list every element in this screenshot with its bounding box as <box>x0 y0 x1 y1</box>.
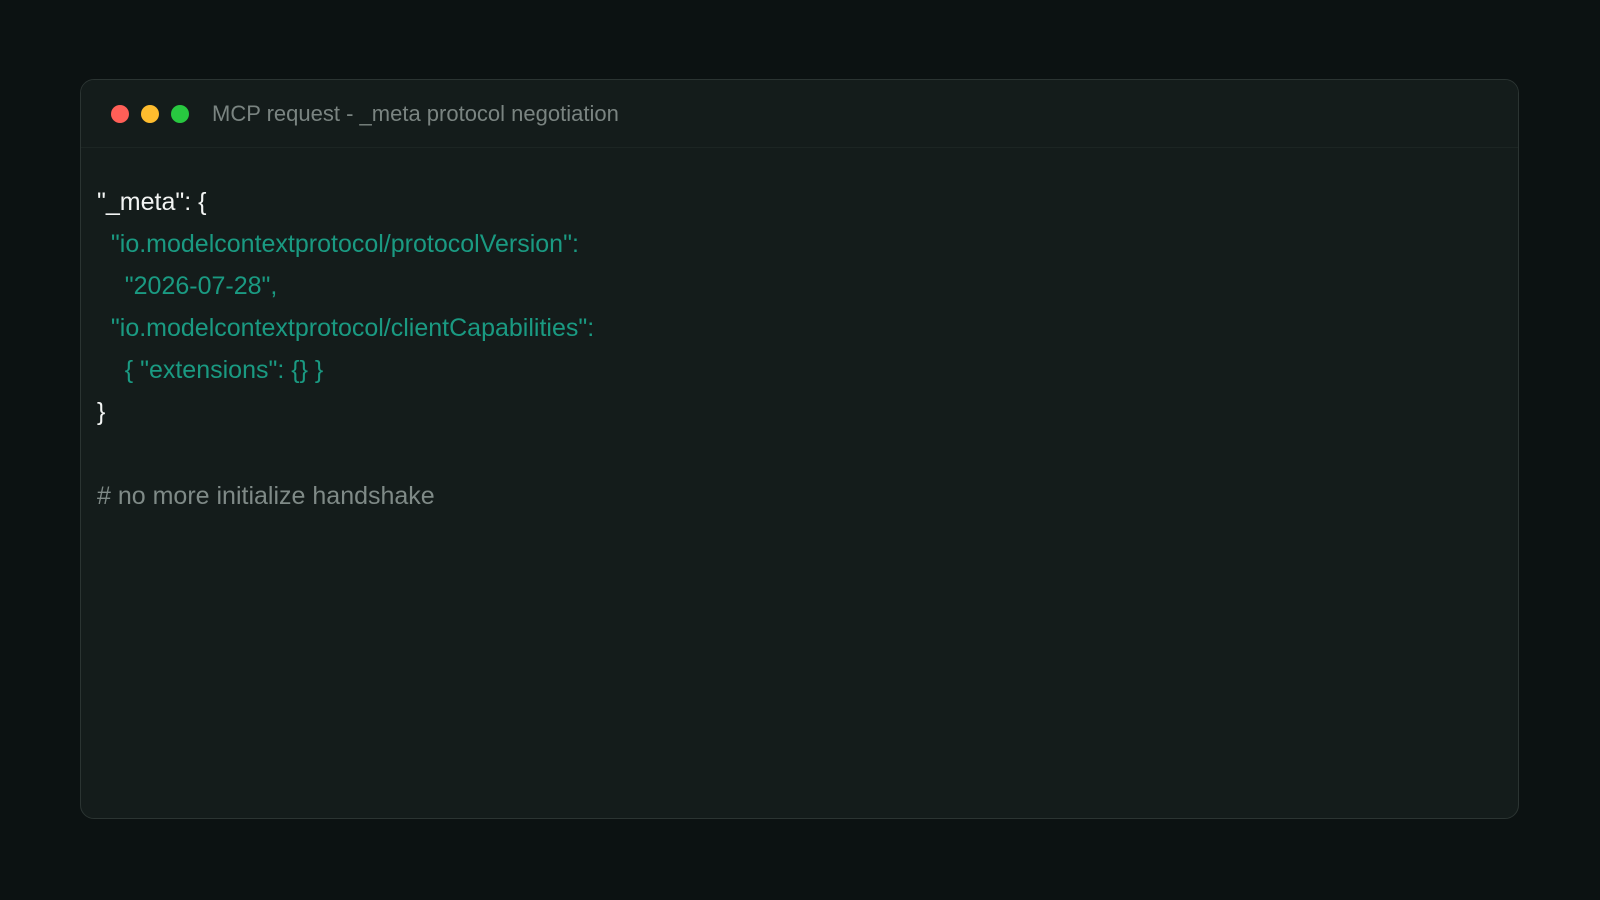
code-line-protocol-version-value: "2026-07-28", <box>97 272 278 300</box>
code-line-client-capabilities-key: "io.modelcontextprotocol/clientCapabilit… <box>97 314 595 342</box>
code-window: MCP request - _meta protocol negotiation… <box>80 79 1519 819</box>
window-titlebar: MCP request - _meta protocol negotiation <box>81 80 1518 148</box>
code-block: "_meta": { "io.modelcontextprotocol/prot… <box>97 181 594 517</box>
code-line-client-capabilities-value: { "extensions": {} } <box>97 356 324 384</box>
minimize-button[interactable] <box>141 105 159 123</box>
code-line-protocol-version-key: "io.modelcontextprotocol/protocolVersion… <box>97 230 579 258</box>
window-title: MCP request - _meta protocol negotiation <box>212 101 619 126</box>
code-line-meta-open: "_meta": { <box>97 188 207 216</box>
code-line-meta-close: } <box>97 398 106 426</box>
maximize-button[interactable] <box>171 105 189 123</box>
code-comment: # no more initialize handshake <box>97 482 435 510</box>
close-button[interactable] <box>111 105 129 123</box>
